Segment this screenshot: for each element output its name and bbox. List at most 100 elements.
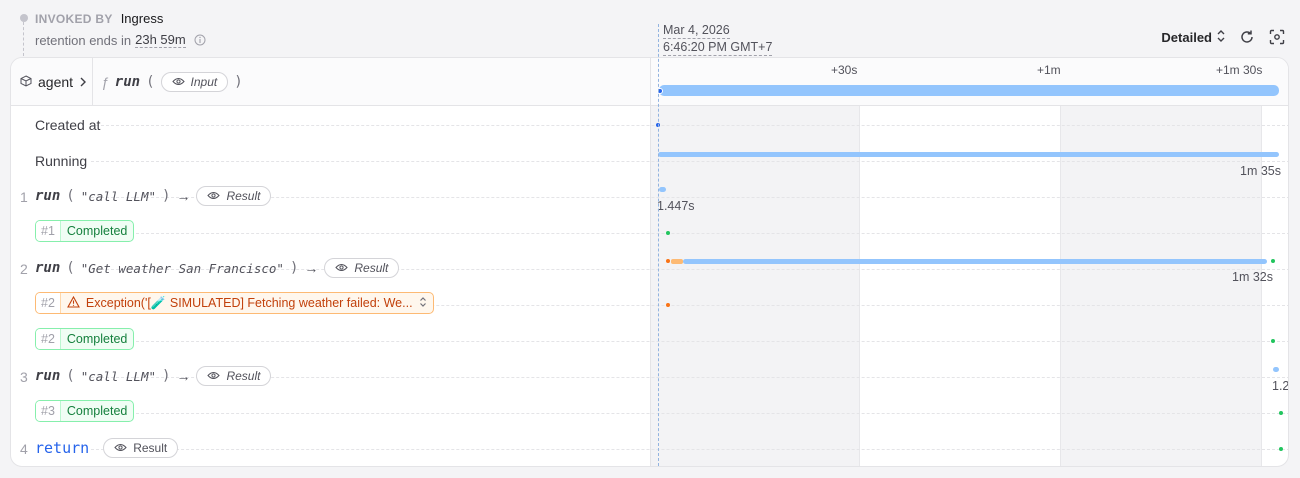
function-icon: ƒ xyxy=(101,74,109,90)
step-number: 4 xyxy=(20,441,28,457)
status-text: Completed xyxy=(66,332,128,346)
completed-dot xyxy=(1279,447,1283,451)
focus-icon[interactable] xyxy=(1268,28,1286,46)
eye-icon xyxy=(207,369,221,383)
chevron-updown-icon xyxy=(1216,29,1226,46)
step-call[interactable]: run ( "Get weather San Francisco" ) → Re… xyxy=(35,258,400,278)
status-index: #2 xyxy=(36,329,61,349)
step-fn: run xyxy=(35,260,61,276)
row-divider xyxy=(91,449,1288,450)
step-duration: 1m 32s xyxy=(1232,270,1273,284)
status-index: #1 xyxy=(36,221,61,241)
arrow-right-icon: → xyxy=(176,368,191,384)
step-call[interactable]: run ( "call LLM" ) → Result xyxy=(35,186,272,206)
result-label: Result xyxy=(133,441,168,455)
eye-icon xyxy=(207,189,221,203)
running-duration: 1m 35s xyxy=(1240,164,1281,178)
view-mode-select[interactable]: Detailed xyxy=(1161,29,1226,46)
step-fn: run xyxy=(35,368,61,384)
row-divider xyxy=(91,125,1288,126)
created-at-label: Created at xyxy=(35,117,101,133)
error-dot xyxy=(666,259,670,263)
chevron-right-icon xyxy=(79,74,87,90)
tick-label: +30s xyxy=(831,63,858,77)
step-duration: 1.2 xyxy=(1272,379,1288,393)
timeline-time: 6:46:20 PM GMT+7 xyxy=(663,40,773,56)
timeline-start: Mar 4, 2026 6:46:20 PM GMT+7 xyxy=(663,22,773,56)
root-fn-name: run xyxy=(114,74,141,90)
result-button[interactable]: Result xyxy=(103,438,179,458)
input-button[interactable]: Input xyxy=(160,72,229,92)
step-number: 3 xyxy=(20,369,28,385)
retry-bar[interactable] xyxy=(671,259,683,264)
step-call[interactable]: run ( "call LLM" ) → Result xyxy=(35,366,272,386)
service-breadcrumb[interactable]: agent xyxy=(11,58,93,106)
running-bar[interactable] xyxy=(658,152,1279,157)
overall-bar[interactable] xyxy=(659,85,1279,96)
info-icon[interactable] xyxy=(194,34,206,46)
start-guide-line xyxy=(658,24,659,466)
retention-value: 23h 59m xyxy=(135,32,186,48)
eye-icon xyxy=(114,441,127,455)
split-divider xyxy=(650,58,651,466)
result-label: Result xyxy=(226,189,261,203)
return-call[interactable]: return Result xyxy=(35,438,179,458)
paren-close: ) xyxy=(234,74,243,90)
return-keyword: return xyxy=(35,439,90,457)
timeline-dot xyxy=(20,14,28,22)
error-dot xyxy=(666,303,670,307)
paren-close: ) xyxy=(289,260,299,276)
error-message: Exception('[🧪 SIMULATED] Fetching weathe… xyxy=(61,295,433,311)
step-bar[interactable] xyxy=(1273,367,1279,372)
step-bar[interactable] xyxy=(683,259,1267,264)
status-index: #3 xyxy=(36,401,61,421)
step-bar[interactable] xyxy=(659,187,666,192)
paren-open: ( xyxy=(66,368,75,384)
row-divider xyxy=(91,413,1288,414)
timeline-date: Mar 4, 2026 xyxy=(663,23,730,39)
cube-icon xyxy=(20,74,32,90)
view-mode-label: Detailed xyxy=(1161,29,1212,45)
tick-label: +1m 30s xyxy=(1216,63,1263,77)
eye-icon xyxy=(171,75,185,89)
step-arg: "call LLM" xyxy=(80,368,156,384)
error-badge[interactable]: #2 Exception('[🧪 SIMULATED] Fetching wea… xyxy=(35,292,434,314)
paren-close: ) xyxy=(162,368,171,384)
paren-open: ( xyxy=(66,260,75,276)
completed-dot xyxy=(666,231,670,235)
result-label: Result xyxy=(354,261,389,275)
completed-dot xyxy=(1271,259,1275,263)
retention: retention ends in 23h 59m xyxy=(35,32,206,48)
paren-close: ) xyxy=(162,188,171,204)
error-text: Exception('[🧪 SIMULATED] Fetching weathe… xyxy=(85,295,413,310)
status-badge[interactable]: #1 Completed xyxy=(35,220,135,242)
row-divider xyxy=(91,233,1288,234)
warning-icon xyxy=(66,295,80,311)
result-button[interactable]: Result xyxy=(196,366,272,386)
service-name: agent xyxy=(38,74,74,90)
root-call: ƒ run ( Input ) xyxy=(101,72,243,92)
retention-prefix: retention ends in xyxy=(35,32,132,48)
running-label: Running xyxy=(35,153,88,169)
step-duration: 1.447s xyxy=(657,199,695,213)
completed-dot xyxy=(1279,411,1283,415)
row-divider xyxy=(91,341,1288,342)
eye-icon xyxy=(335,261,349,275)
paren-open: ( xyxy=(146,74,155,90)
arrow-right-icon: → xyxy=(176,188,191,204)
result-button[interactable]: Result xyxy=(196,186,272,206)
result-button[interactable]: Result xyxy=(324,258,400,278)
refresh-icon[interactable] xyxy=(1238,28,1256,46)
error-index: #2 xyxy=(36,293,61,313)
view-controls: Detailed xyxy=(1161,28,1286,46)
chevron-updown-icon xyxy=(419,296,427,311)
step-fn: run xyxy=(35,188,61,204)
input-label: Input xyxy=(190,75,218,89)
invoked-by-value[interactable]: Ingress xyxy=(121,11,164,26)
step-arg: "call LLM" xyxy=(80,188,156,204)
paren-open: ( xyxy=(66,188,75,204)
status-badge[interactable]: #2 Completed xyxy=(35,328,135,350)
invoked-by: INVOKED BY Ingress xyxy=(35,11,163,26)
arrow-right-icon: → xyxy=(304,260,319,276)
status-badge[interactable]: #3 Completed xyxy=(35,400,135,422)
